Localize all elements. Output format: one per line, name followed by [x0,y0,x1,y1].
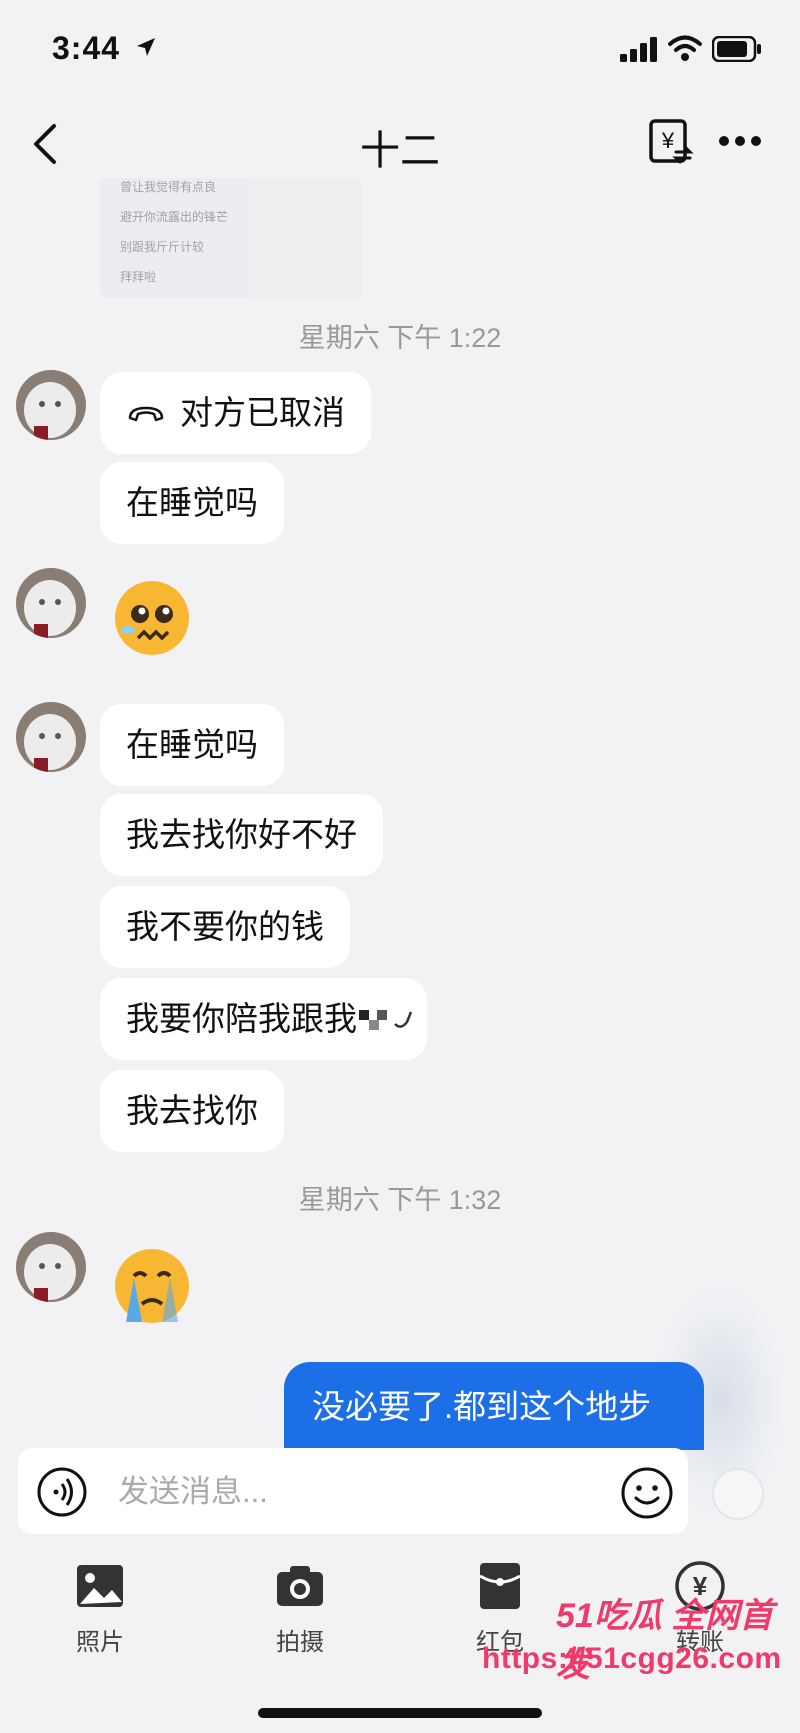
timestamp: 星期六 下午 1:32 [298,1185,502,1215]
cellular-signal-icon [620,37,657,62]
call-status-text: 对方已取消 [180,394,345,431]
image-icon [77,1565,123,1607]
svg-text:¥: ¥ [661,128,675,153]
home-indicator[interactable] [258,1708,542,1718]
camera-icon [277,1566,323,1606]
photo-tool[interactable]: 照片 [40,1550,160,1657]
cat-avatar-icon[interactable] [16,370,86,440]
camera-tool[interactable]: 拍摄 [240,1550,360,1657]
message-input-bar [18,1448,688,1534]
faded-text-line: 别跟我斤斤计较 [120,240,205,254]
status-time: 3:44 [52,30,121,66]
red-packet-tool[interactable]: 红包 [440,1550,560,1657]
red-packet-icon [479,1563,521,1609]
message-bubble[interactable]: 我去找你好不好 [100,794,383,876]
yuan-transfer-icon[interactable]: ¥ [648,118,694,166]
chat-header: 十二 ¥ [0,100,800,190]
crying-face-emoji-icon[interactable] [112,1246,192,1326]
message-bubble[interactable]: 在睡觉吗 [100,704,284,786]
voice-input-icon[interactable] [36,1466,88,1518]
location-arrow-icon [137,38,155,56]
timestamp: 星期六 下午 1:22 [298,323,502,353]
faded-image-message[interactable]: 曾让我觉得有点良 避开你流露出的锋芒 别跟我斤斤计较 拜拜啦 [100,178,362,298]
mosaic-censor-icon [359,1010,413,1030]
cat-avatar-icon[interactable] [16,702,86,772]
photo-tool-label: 照片 [76,1629,124,1656]
faded-text-line: 拜拜啦 [120,270,157,284]
message-text: 我要你陪我跟我 [126,1000,357,1037]
message-input[interactable] [118,1466,518,1518]
plus-button[interactable] [712,1468,764,1520]
cancelled-call-bubble[interactable]: 对方已取消 [100,372,371,454]
battery-icon [712,36,761,62]
watermark-url: https://51cgg26.com [482,1642,782,1675]
status-bar: 3:44 [0,0,800,100]
message-bubble[interactable]: 我去找你 [100,1070,284,1152]
pleading-face-emoji-icon[interactable] [112,578,192,658]
wifi-icon [668,35,702,61]
more-options-icon[interactable] [718,130,762,152]
camera-tool-label: 拍摄 [276,1629,324,1656]
sent-message-bubble[interactable]: 没必要了.都到这个地步 [284,1362,704,1450]
phone-hangup-icon [128,406,164,422]
message-bubble[interactable]: 在睡觉吗 [100,462,284,544]
message-bubble[interactable]: 我要你陪我跟我 [100,978,427,1060]
faded-text-line: 曾让我觉得有点良 [120,180,217,194]
cat-avatar-icon[interactable] [16,568,86,638]
cat-avatar-icon[interactable] [16,1232,86,1302]
message-bubble[interactable]: 我不要你的钱 [100,886,350,968]
emoji-picker-icon[interactable] [620,1466,674,1520]
faded-text-line: 避开你流露出的锋芒 [120,210,229,224]
